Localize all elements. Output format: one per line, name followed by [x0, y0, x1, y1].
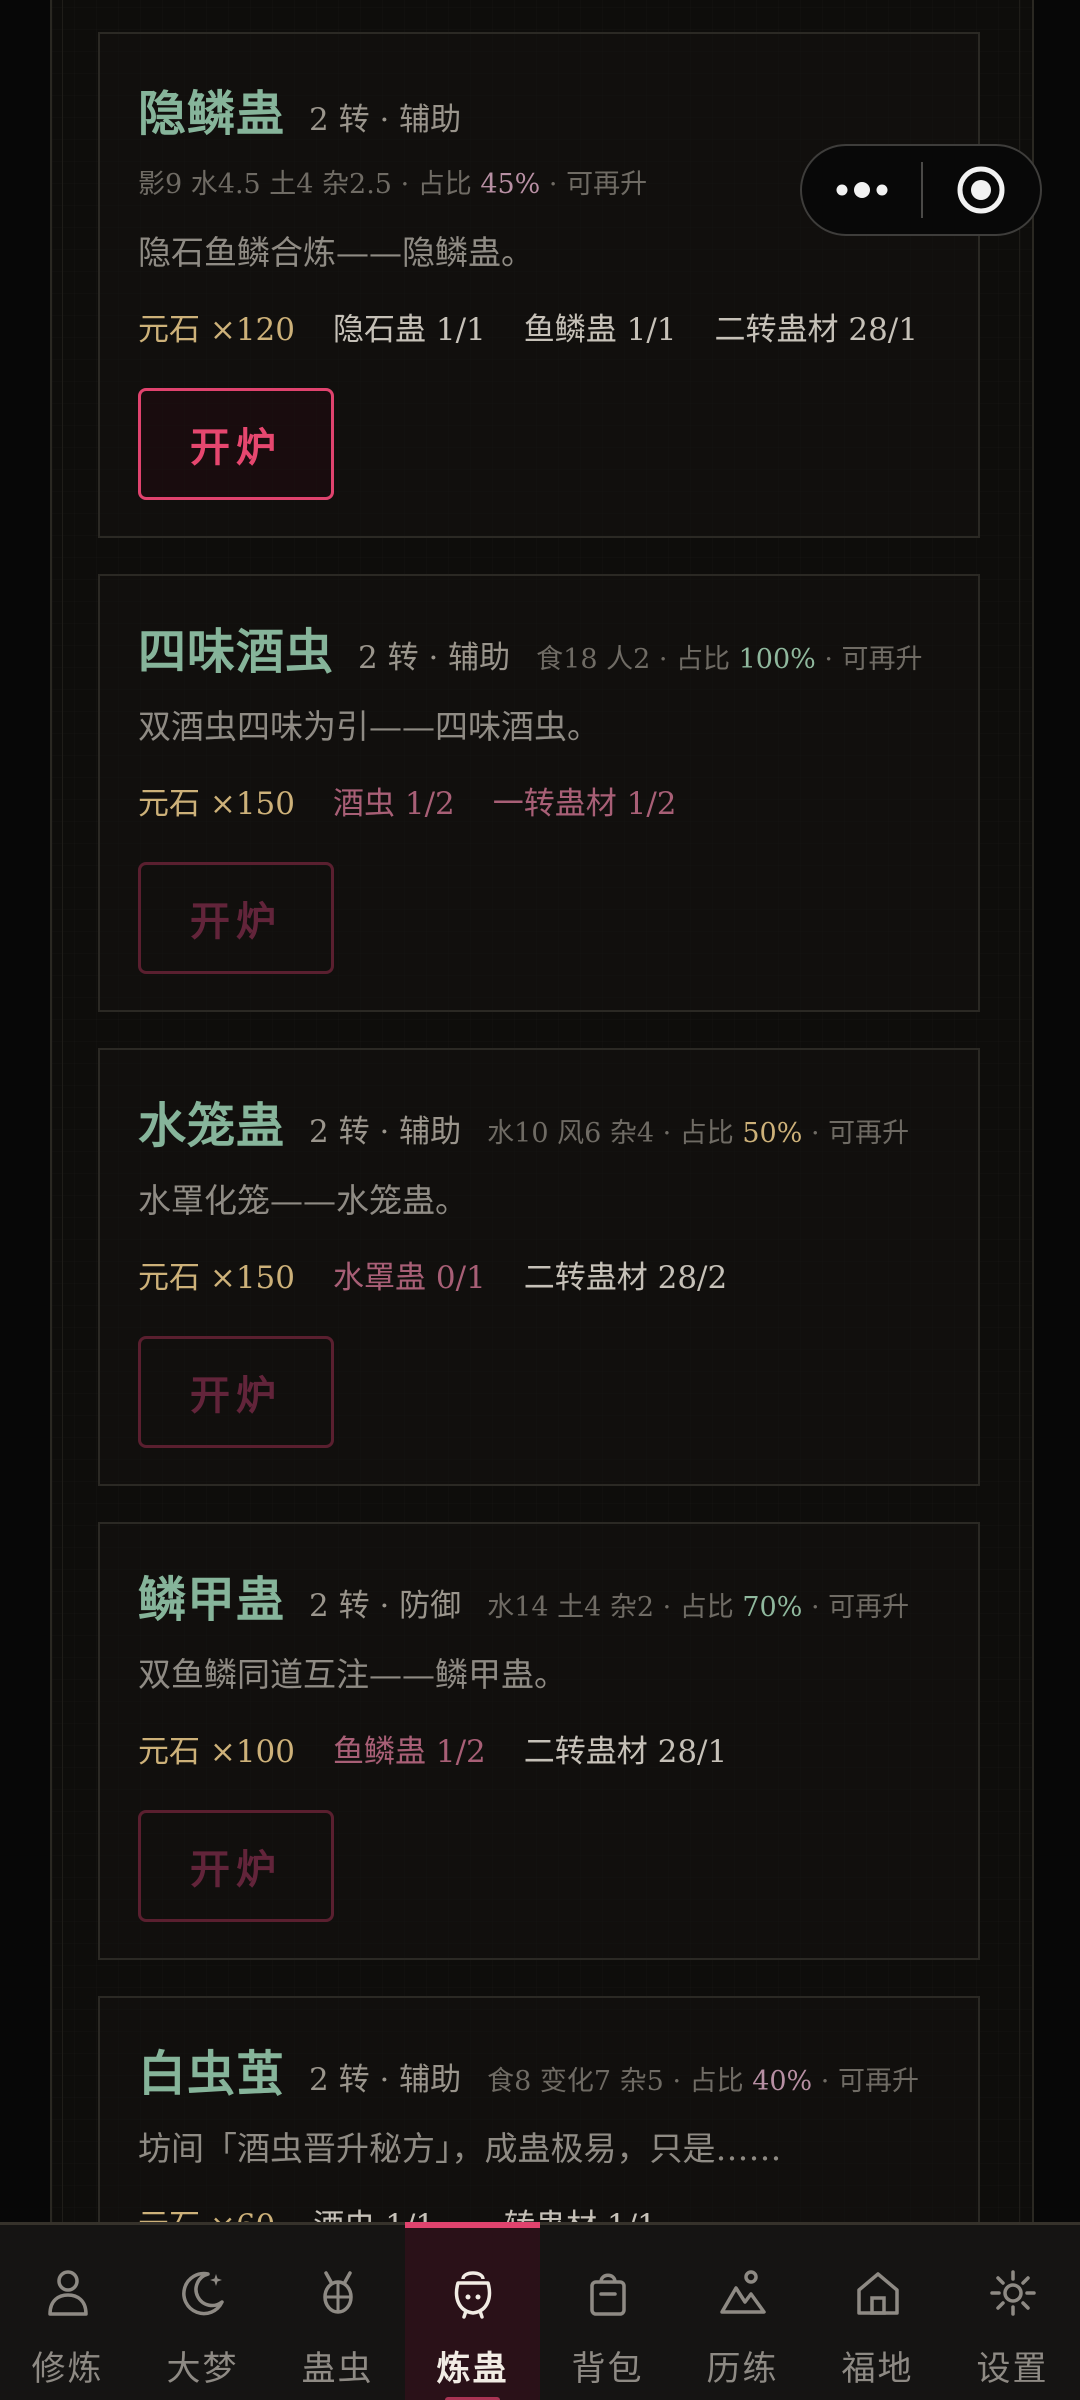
tab-label: 修炼 [31, 2349, 104, 2389]
tab-training[interactable]: 历练 [675, 2225, 810, 2400]
recipe-header: 鳞甲蛊 2 转 · 防御 水14 土4 杂2 · 占比 70% · 可再升 [138, 1560, 909, 1630]
more-dots-icon [836, 182, 887, 198]
tab-label: 福地 [841, 2349, 914, 2389]
recipe-description: 水罩化笼——水笼蛊。 [138, 1181, 468, 1220]
requirement-item: 隐石蛊 1/1 [333, 312, 486, 348]
recipe-stats: 食8 变化7 杂5 · 占比 40% · 可再升 [487, 2059, 919, 2098]
start-furnace-button[interactable]: 开炉 [138, 862, 334, 974]
tab-blessed-land[interactable]: 福地 [810, 2225, 945, 2400]
start-furnace-button[interactable]: 开炉 [138, 1336, 334, 1448]
tab-label: 背包 [571, 2349, 644, 2389]
recipe-stats-attributes: 水14 土4 杂2 · 占比 [487, 1592, 743, 1623]
recipe-stats-attributes: 影9 水4.5 土4 杂2.5 · 占比 [138, 169, 481, 200]
recipe-ratio: 40% [752, 2066, 813, 2097]
requirement-stones: 元石 ×100 [138, 1734, 295, 1770]
tab-gu-worms[interactable]: 蛊虫 [270, 2225, 405, 2400]
recipe-header: 水笼蛊 2 转 · 辅助 水10 风6 杂4 · 占比 50% · 可再升 [138, 1086, 909, 1156]
requirement-item: 鱼鳞蛊 1/2 [333, 1734, 486, 1770]
recipe-description: 隐石鱼鳞合炼——隐鳞蛊。 [138, 233, 534, 272]
recipe-card: 四味酒虫 2 转 · 辅助 食18 人2 · 占比 100% · 可再升 双酒虫… [98, 574, 980, 1012]
cauldron-icon [450, 2265, 496, 2321]
recipe-header: 隐鳞蛊 2 转 · 辅助 [138, 74, 461, 144]
app-page: 隐鳞蛊 2 转 · 辅助 影9 水4.5 土4 杂2.5 · 占比 45% · … [0, 0, 1080, 2400]
start-furnace-button[interactable]: 开炉 [138, 388, 334, 500]
requirement-stones: 元石 ×120 [138, 312, 295, 348]
tab-label: 设置 [976, 2349, 1049, 2389]
recipe-stats-attributes: 食8 变化7 杂5 · 占比 [487, 2066, 753, 2097]
recipe-ratio: 70% [742, 1592, 803, 1623]
beetle-icon [315, 2265, 361, 2321]
tab-label: 历练 [706, 2349, 779, 2389]
recipe-ratio: 100% [738, 644, 816, 675]
moon-star-icon [178, 2265, 228, 2321]
gear-icon [988, 2265, 1038, 2321]
recipe-rank: 2 转 · 辅助 [358, 640, 511, 676]
requirement-item: 酒虫 1/2 [333, 786, 455, 822]
recipe-stats-attributes: 食18 人2 · 占比 [536, 644, 739, 675]
recipe-rank: 2 转 · 辅助 [309, 102, 462, 138]
recipe-rank: 2 转 · 防御 [309, 1588, 462, 1624]
recipe-stats: 水10 风6 杂4 · 占比 50% · 可再升 [487, 1111, 909, 1150]
recipe-title: 白虫茧 [138, 2046, 286, 2102]
recipe-stats-upgrade: · 可再升 [802, 1592, 910, 1623]
tab-cultivate[interactable]: 修炼 [0, 2225, 135, 2400]
start-furnace-button[interactable]: 开炉 [138, 1810, 334, 1922]
recipe-header: 四味酒虫 2 转 · 辅助 食18 人2 · 占比 100% · 可再升 [138, 612, 923, 682]
bag-icon [585, 2265, 631, 2321]
recipe-requirements: 元石 ×120 隐石蛊 1/1 鱼鳞蛊 1/1 二转蛊材 28/1 [138, 304, 918, 349]
tab-backpack[interactable]: 背包 [540, 2225, 675, 2400]
recipe-requirements: 元石 ×100 鱼鳞蛊 1/2 二转蛊材 28/1 [138, 1726, 727, 1771]
recipe-title: 隐鳞蛊 [138, 86, 286, 142]
bottom-tab-bar: 修炼 大梦 蛊虫 炼蛊 背包 历练 福地 设置 [0, 2222, 1080, 2400]
requirement-item: 二转蛊材 28/2 [523, 1260, 728, 1296]
requirement-stones: 元石 ×150 [138, 1260, 295, 1296]
tab-label: 蛊虫 [301, 2349, 374, 2389]
requirement-item: 鱼鳞蛊 1/1 [523, 312, 677, 348]
recipe-stats: 影9 水4.5 土4 杂2.5 · 占比 45% · 可再升 [138, 162, 647, 201]
recipe-title: 四味酒虫 [138, 624, 335, 680]
close-target-icon [957, 166, 1005, 214]
recipe-ratio: 45% [480, 169, 541, 200]
recipe-stats: 食18 人2 · 占比 100% · 可再升 [536, 637, 922, 676]
recipe-stats-upgrade: · 可再升 [540, 169, 648, 200]
recipe-card: 鳞甲蛊 2 转 · 防御 水14 土4 杂2 · 占比 70% · 可再升 双鱼… [98, 1522, 980, 1960]
requirement-stones: 元石 ×150 [138, 786, 295, 822]
recipe-stats-attributes: 水10 风6 杂4 · 占比 [487, 1118, 743, 1149]
miniprogram-capsule [800, 144, 1042, 236]
more-button[interactable] [802, 146, 921, 234]
requirement-item: 水罩蛊 0/1 [333, 1260, 486, 1296]
tab-label: 炼蛊 [436, 2349, 509, 2389]
recipe-stats-upgrade: · 可再升 [802, 1118, 910, 1149]
recipe-title: 鳞甲蛊 [138, 1572, 286, 1628]
recipe-requirements: 元石 ×150 酒虫 1/2 一转蛊材 1/2 [138, 778, 677, 823]
recipe-rank: 2 转 · 辅助 [309, 1114, 462, 1150]
recipe-title: 水笼蛊 [138, 1098, 286, 1154]
requirement-item: 二转蛊材 28/1 [714, 312, 918, 348]
requirement-item: 二转蛊材 28/1 [523, 1734, 728, 1770]
tab-label: 大梦 [166, 2349, 239, 2389]
recipe-description: 双酒虫四味为引——四味酒虫。 [138, 707, 600, 746]
recipe-stats-upgrade: · 可再升 [815, 644, 923, 675]
tab-refine-gu[interactable]: 炼蛊 [405, 2222, 540, 2400]
recipe-stats-upgrade: · 可再升 [812, 2066, 919, 2097]
recipe-ratio: 50% [742, 1118, 803, 1149]
person-icon [45, 2265, 91, 2321]
recipe-rank: 2 转 · 辅助 [309, 2062, 462, 2098]
recipe-requirements: 元石 ×150 水罩蛊 0/1 二转蛊材 28/2 [138, 1252, 727, 1297]
recipe-card: 隐鳞蛊 2 转 · 辅助 影9 水4.5 土4 杂2.5 · 占比 45% · … [98, 32, 980, 538]
recipe-description: 坊间「酒虫晋升秘方」，成蛊极易，只是…… [138, 2129, 782, 2168]
tab-settings[interactable]: 设置 [945, 2225, 1080, 2400]
recipe-header: 白虫茧 2 转 · 辅助 食8 变化7 杂5 · 占比 40% · 可再升 [138, 2034, 919, 2104]
requirement-item: 一转蛊材 1/2 [492, 786, 677, 822]
home-icon [853, 2265, 903, 2321]
recipe-card: 水笼蛊 2 转 · 辅助 水10 风6 杂4 · 占比 50% · 可再升 水罩… [98, 1048, 980, 1486]
recipe-stats: 水14 土4 杂2 · 占比 70% · 可再升 [487, 1585, 909, 1624]
mountain-icon [718, 2265, 768, 2321]
recipe-description: 双鱼鳞同道互注——鳞甲蛊。 [138, 1655, 567, 1694]
close-button[interactable] [923, 146, 1040, 234]
tab-dream[interactable]: 大梦 [135, 2225, 270, 2400]
